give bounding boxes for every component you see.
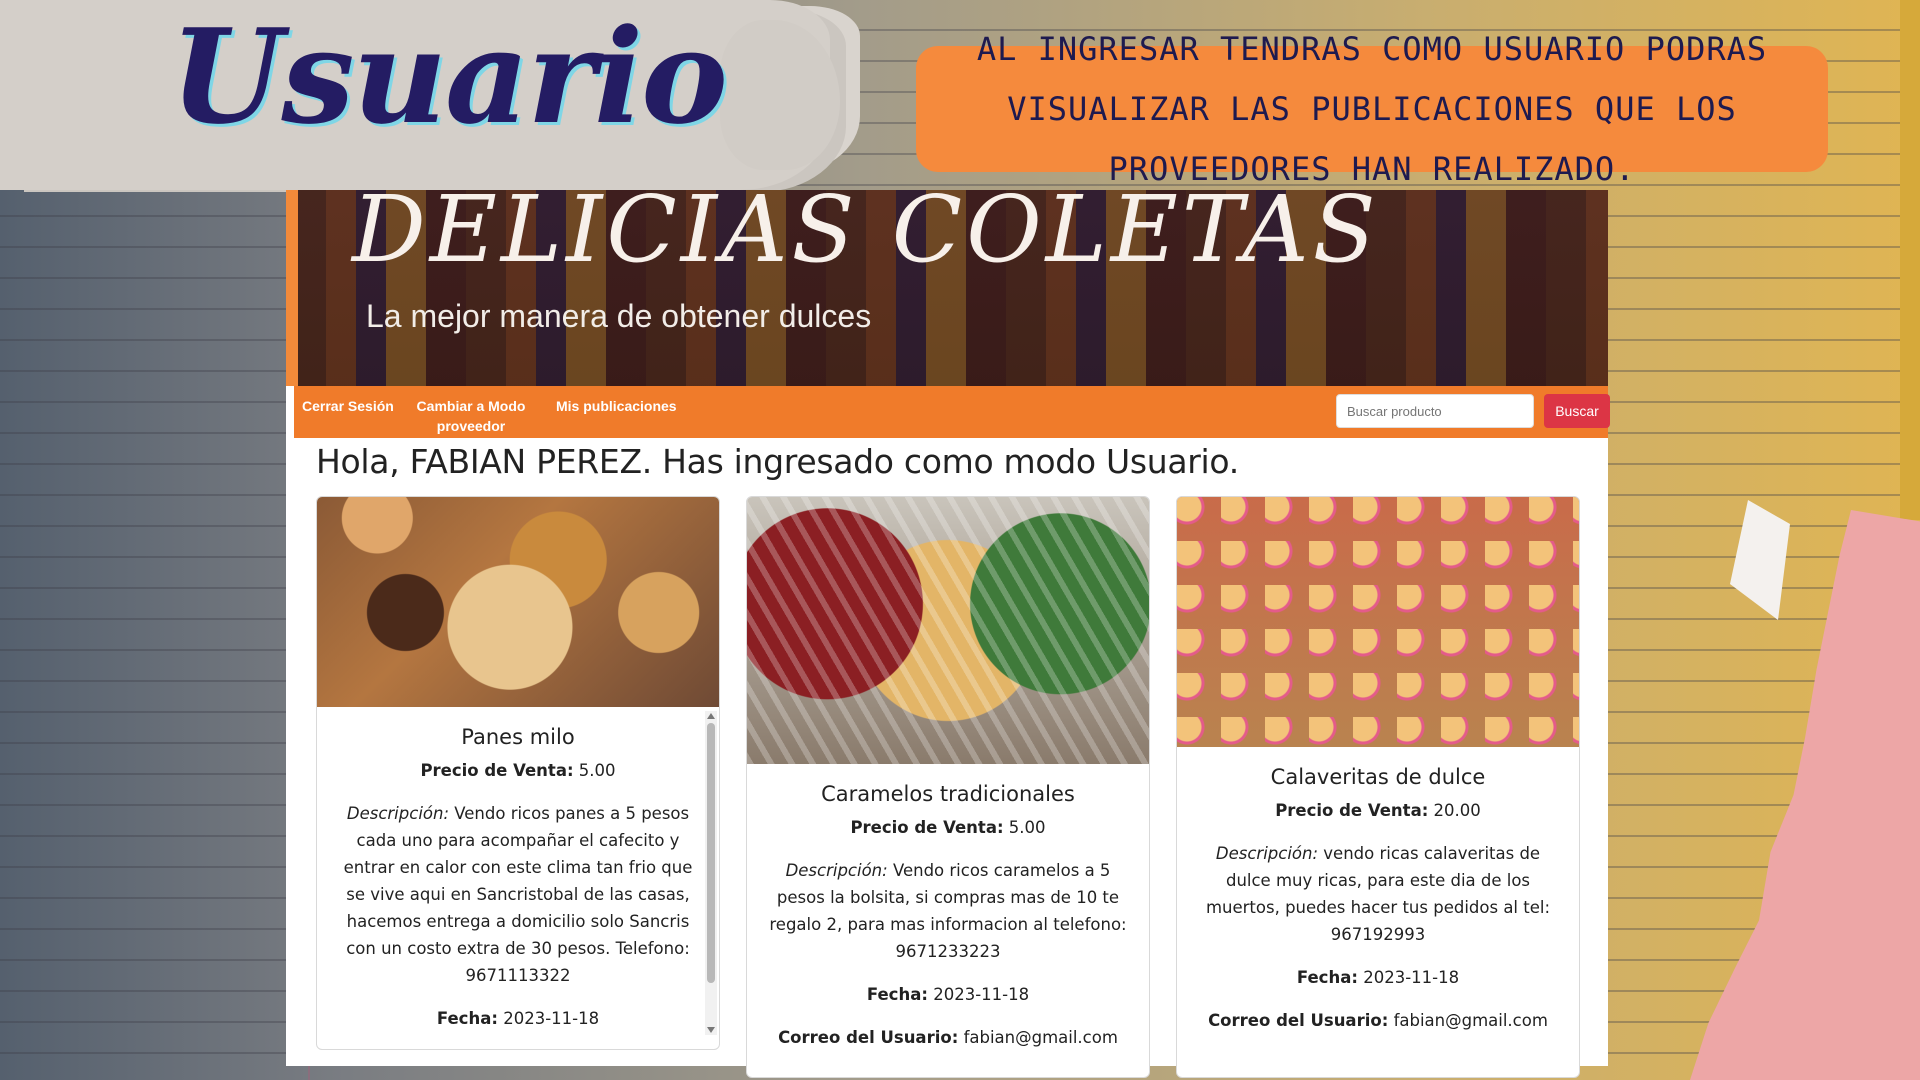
description-label: Descripción:: [346, 804, 450, 823]
date-value: 2023-11-18: [933, 985, 1030, 1004]
header-banner: DELICIAS COLETAS La mejor manera de obte…: [286, 190, 1608, 386]
scroll-down-arrow-icon[interactable]: [707, 1027, 715, 1033]
product-price: Precio de Venta: 5.00: [337, 757, 699, 784]
switch-mode-link[interactable]: Cambiar a Modo proveedor: [406, 396, 536, 436]
card-body: Caramelos tradicionales Precio de Venta:…: [747, 782, 1149, 1051]
torn-paper-edge: [1730, 500, 1790, 620]
email-value: fabian@gmail.com: [963, 1028, 1118, 1047]
card-body: Panes milo Precio de Venta: 5.00 Descrip…: [317, 725, 719, 1032]
date-label: Fecha:: [1296, 968, 1358, 987]
product-email: Correo del Usuario: fabian@gmail.com: [767, 1024, 1129, 1051]
card-body: Calaveritas de dulce Precio de Venta: 20…: [1177, 765, 1579, 1034]
greeting-heading: Hola, FABIAN PEREZ. Has ingresado como m…: [316, 442, 1239, 481]
product-image: [317, 497, 719, 707]
product-email: Correo del Usuario: fabian@gmail.com: [1197, 1007, 1559, 1034]
product-description: Descripción: vendo ricas calaveritas de …: [1197, 840, 1559, 948]
navbar: Cerrar Sesión Cambiar a Modo proveedor M…: [294, 386, 1610, 438]
slide-callout: AL INGRESAR TENDRAS COMO USUARIO PODRAS …: [916, 30, 1828, 188]
app-screenshot: DELICIAS COLETAS La mejor manera de obte…: [286, 190, 1610, 1078]
site-subtitle: La mejor manera de obtener dulces: [366, 298, 872, 334]
price-value: 20.00: [1433, 801, 1481, 820]
product-price: Precio de Venta: 20.00: [1197, 797, 1559, 824]
price-value: 5.00: [1008, 818, 1046, 837]
product-date: Fecha: 2023-11-18: [337, 1005, 699, 1032]
email-label: Correo del Usuario:: [778, 1028, 959, 1047]
product-price: Precio de Venta: 5.00: [767, 814, 1129, 841]
my-posts-link[interactable]: Mis publicaciones: [556, 396, 677, 416]
product-image: [747, 497, 1149, 764]
description-label: Descripción:: [1215, 844, 1319, 863]
product-title: Calaveritas de dulce: [1270, 765, 1486, 789]
price-value: 5.00: [578, 761, 616, 780]
card-scrollbar[interactable]: [705, 711, 717, 1035]
price-label: Precio de Venta:: [420, 761, 574, 780]
date-label: Fecha:: [436, 1009, 498, 1028]
scroll-up-arrow-icon[interactable]: [707, 713, 715, 719]
product-description: Descripción: Vendo ricos panes a 5 pesos…: [337, 800, 699, 989]
logout-link[interactable]: Cerrar Sesión: [302, 396, 394, 416]
description-text: Vendo ricos panes a 5 pesos cada uno par…: [343, 804, 693, 985]
banner-accent-bar: [286, 190, 298, 386]
product-card: Caramelos tradicionales Precio de Venta:…: [746, 496, 1150, 1078]
product-title: Panes milo: [461, 725, 575, 749]
price-label: Precio de Venta:: [850, 818, 1004, 837]
product-title: Caramelos tradicionales: [821, 782, 1075, 806]
search-button[interactable]: Buscar: [1544, 394, 1610, 428]
price-label: Precio de Venta:: [1275, 801, 1429, 820]
date-value: 2023-11-18: [1363, 968, 1460, 987]
email-value: fabian@gmail.com: [1393, 1011, 1548, 1030]
product-card: Calaveritas de dulce Precio de Venta: 20…: [1176, 496, 1580, 1078]
search-input[interactable]: [1336, 394, 1534, 428]
product-description: Descripción: Vendo ricos caramelos a 5 p…: [767, 857, 1129, 965]
description-label: Descripción:: [785, 861, 888, 880]
decorative-strip: [1900, 0, 1920, 520]
email-label: Correo del Usuario:: [1208, 1011, 1389, 1030]
date-value: 2023-11-18: [503, 1009, 600, 1028]
product-card: Panes milo Precio de Venta: 5.00 Descrip…: [316, 496, 720, 1050]
scroll-thumb[interactable]: [707, 723, 715, 983]
torn-paper-decoration: [1690, 510, 1920, 1080]
date-label: Fecha:: [866, 985, 928, 1004]
product-image: [1177, 497, 1579, 747]
slide-title: Usuario: [170, 0, 728, 153]
product-date: Fecha: 2023-11-18: [767, 981, 1129, 1008]
site-title: DELICIAS COLETAS: [352, 190, 1380, 283]
product-date: Fecha: 2023-11-18: [1197, 964, 1559, 991]
